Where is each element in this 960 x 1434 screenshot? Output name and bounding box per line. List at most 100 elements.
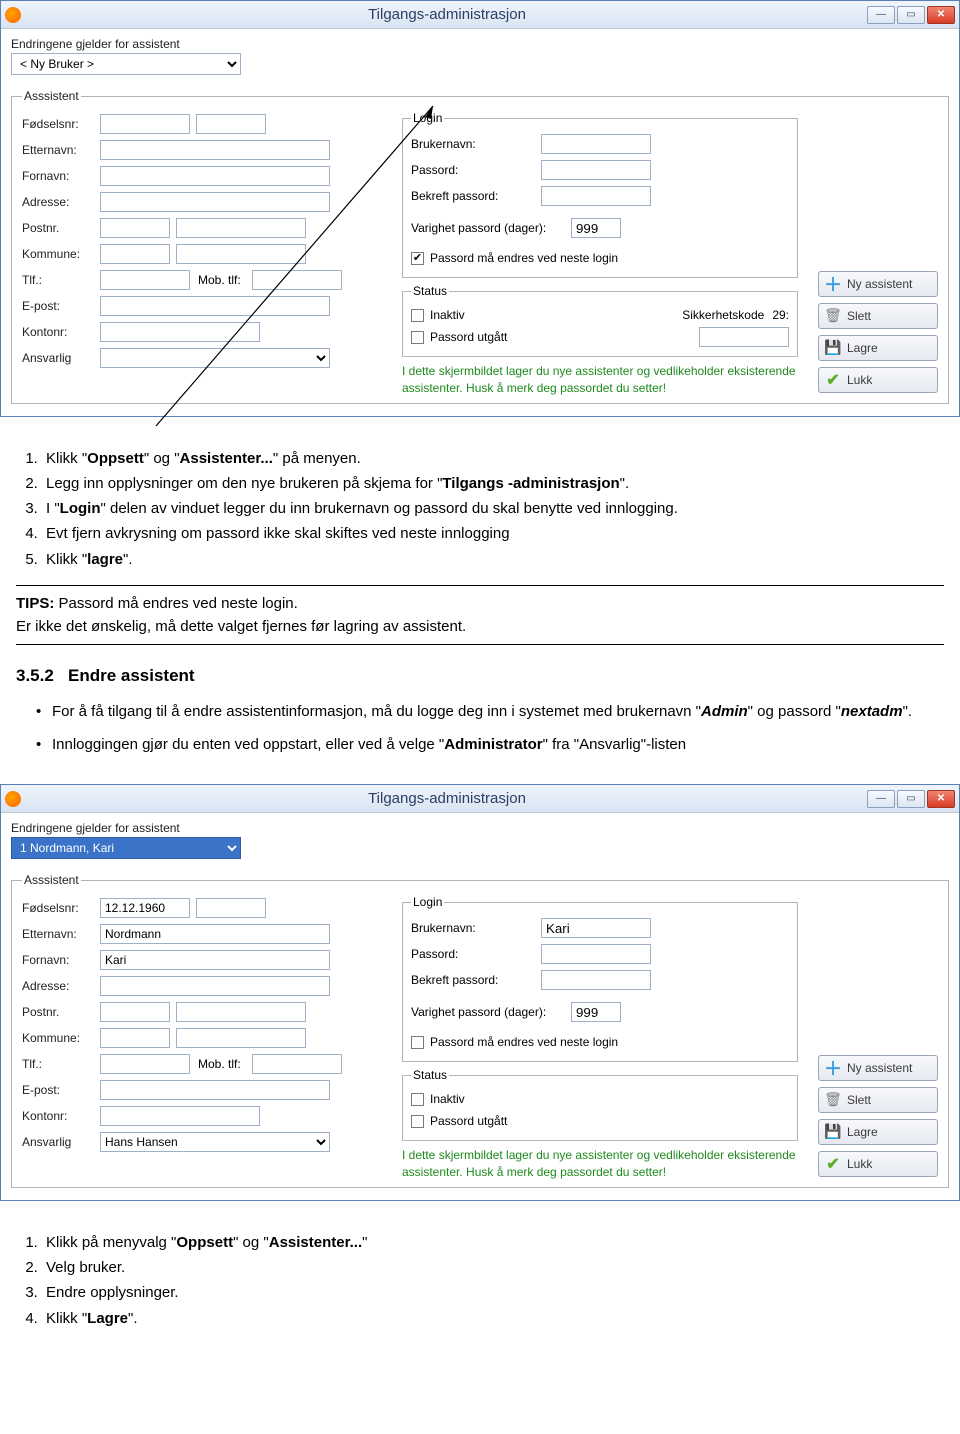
inaktiv-checkbox[interactable] xyxy=(411,309,424,322)
epost-input[interactable] xyxy=(100,1080,330,1100)
tlf-input[interactable] xyxy=(100,270,190,290)
save-icon: 💾 xyxy=(825,340,841,356)
adresse-label: Adresse: xyxy=(22,195,100,209)
user-select[interactable]: 1 Nordmann, Kari xyxy=(11,837,241,859)
applies-to-label: Endringene gjelder for assistent xyxy=(11,821,949,835)
bekreft-passord-label: Bekreft passord: xyxy=(411,189,541,203)
trash-icon: 🗑 xyxy=(825,308,841,324)
ansvarlig-select[interactable] xyxy=(100,348,330,368)
fodselsnr-input-2[interactable] xyxy=(196,114,266,134)
minimize-button[interactable]: — xyxy=(867,790,895,808)
info-note: I dette skjermbildet lager du nye assist… xyxy=(402,1147,798,1181)
kommune-label: Kommune: xyxy=(22,247,100,261)
delete-button[interactable]: 🗑Slett xyxy=(818,303,938,329)
sikkerhetskode-num: 29: xyxy=(772,308,789,322)
app-icon xyxy=(5,7,21,23)
new-assistant-button[interactable]: ＋Ny assistent xyxy=(818,1055,938,1081)
poststed-input[interactable] xyxy=(176,1002,306,1022)
kommune-input[interactable] xyxy=(100,1028,170,1048)
fodselsnr-input[interactable] xyxy=(100,114,190,134)
assistant-legend: Asssistent xyxy=(22,89,81,103)
user-select[interactable]: < Ny Bruker > xyxy=(11,53,241,75)
bekreft-passord-input[interactable] xyxy=(541,186,651,206)
varighet-input[interactable] xyxy=(571,218,621,238)
varighet-label: Varighet passord (dager): xyxy=(411,221,571,235)
postnr-label: Postnr. xyxy=(22,221,100,235)
tlf-input[interactable] xyxy=(100,1054,190,1074)
change-password-label: Passord må endres ved neste login xyxy=(430,251,618,265)
fodselsnr-input-2[interactable] xyxy=(196,898,266,918)
ansvarlig-select[interactable]: Hans Hansen xyxy=(100,1132,330,1152)
inaktiv-label: Inaktiv xyxy=(430,308,465,322)
fornavn-input[interactable] xyxy=(100,166,330,186)
passord-utgatt-label: Passord utgått xyxy=(430,330,507,344)
etternavn-input[interactable] xyxy=(100,924,330,944)
action-buttons-column: ＋Ny assistent 🗑Slett 💾Lagre ✔Lukk xyxy=(818,111,938,397)
adresse-input[interactable] xyxy=(100,192,330,212)
etternavn-input[interactable] xyxy=(100,140,330,160)
mob-input[interactable] xyxy=(252,1054,342,1074)
instructions-block-1: Klikk "Oppsett" og "Assistenter..." på m… xyxy=(0,437,960,785)
kontonr-input[interactable] xyxy=(100,1106,260,1126)
kontonr-label: Kontonr: xyxy=(22,325,100,339)
check-icon: ✔ xyxy=(825,372,841,388)
kommune-name-input[interactable] xyxy=(176,1028,306,1048)
poststed-input[interactable] xyxy=(176,218,306,238)
check-icon: ✔ xyxy=(825,1156,841,1172)
window-title: Tilgangs-administrasjon xyxy=(27,790,867,807)
delete-button[interactable]: 🗑Slett xyxy=(818,1087,938,1113)
kommune-name-input[interactable] xyxy=(176,244,306,264)
brukernavn-input[interactable] xyxy=(541,918,651,938)
postnr-input[interactable] xyxy=(100,218,170,238)
passord-utgatt-checkbox[interactable] xyxy=(411,1115,424,1128)
maximize-button[interactable]: ▭ xyxy=(897,6,925,24)
titlebar: Tilgangs-administrasjon — ▭ ✕ xyxy=(1,785,959,813)
postnr-input[interactable] xyxy=(100,1002,170,1022)
step-3: I "Login" delen av vinduet legger du inn… xyxy=(42,497,944,520)
titlebar: Tilgangs-administrasjon — ▭ ✕ xyxy=(1,1,959,29)
new-assistant-button[interactable]: ＋Ny assistent xyxy=(818,271,938,297)
change-password-checkbox[interactable]: ✔ xyxy=(411,252,424,265)
bekreft-passord-input[interactable] xyxy=(541,970,651,990)
step-2: Velg bruker. xyxy=(42,1256,944,1279)
mob-label: Mob. tlf: xyxy=(190,273,252,287)
kommune-input[interactable] xyxy=(100,244,170,264)
fodselsnr-input[interactable] xyxy=(100,898,190,918)
sikkerhetskode-label: Sikkerhetskode xyxy=(682,308,764,322)
passord-utgatt-checkbox[interactable] xyxy=(411,331,424,344)
adresse-input[interactable] xyxy=(100,976,330,996)
passord-input[interactable] xyxy=(541,160,651,180)
sikkerhetskode-input[interactable] xyxy=(699,327,789,347)
varighet-input[interactable] xyxy=(571,1002,621,1022)
bullet-1: For å få tilgang til å endre assistentin… xyxy=(36,700,944,723)
step-2: Legg inn opplysninger om den nye brukere… xyxy=(42,472,944,495)
brukernavn-input[interactable] xyxy=(541,134,651,154)
close-button[interactable]: ✕ xyxy=(927,6,955,24)
passord-input[interactable] xyxy=(541,944,651,964)
plus-icon: ＋ xyxy=(825,276,841,292)
fornavn-input[interactable] xyxy=(100,950,330,970)
mob-input[interactable] xyxy=(252,270,342,290)
save-button[interactable]: 💾Lagre xyxy=(818,335,938,361)
epost-input[interactable] xyxy=(100,296,330,316)
passord-label: Passord: xyxy=(411,163,541,177)
maximize-button[interactable]: ▭ xyxy=(897,790,925,808)
access-admin-window-2: Tilgangs-administrasjon — ▭ ✕ Endringene… xyxy=(0,784,960,1201)
epost-label: E-post: xyxy=(22,299,100,313)
brukernavn-label: Brukernavn: xyxy=(411,137,541,151)
close-button[interactable]: ✕ xyxy=(927,790,955,808)
kontonr-input[interactable] xyxy=(100,322,260,342)
access-admin-window-1: Tilgangs-administrasjon — ▭ ✕ Endringene… xyxy=(0,0,960,417)
step-4: Evt fjern avkrysning om passord ikke ska… xyxy=(42,522,944,545)
inaktiv-checkbox[interactable] xyxy=(411,1093,424,1106)
window-title: Tilgangs-administrasjon xyxy=(27,6,867,23)
status-fieldset: Status Inaktiv Passord utgått xyxy=(402,1068,798,1141)
minimize-button[interactable]: — xyxy=(867,6,895,24)
close-panel-button[interactable]: ✔Lukk xyxy=(818,367,938,393)
instructions-block-2: Klikk på menyvalg "Oppsett" og "Assisten… xyxy=(0,1221,960,1350)
close-panel-button[interactable]: ✔Lukk xyxy=(818,1151,938,1177)
login-status-column: Login Brukernavn: Passord: Bekreft passo… xyxy=(402,111,798,397)
save-button[interactable]: 💾Lagre xyxy=(818,1119,938,1145)
change-password-checkbox[interactable] xyxy=(411,1036,424,1049)
assistant-fieldset: Asssistent Fødselsnr: Etternavn: Fornavn… xyxy=(11,873,949,1188)
